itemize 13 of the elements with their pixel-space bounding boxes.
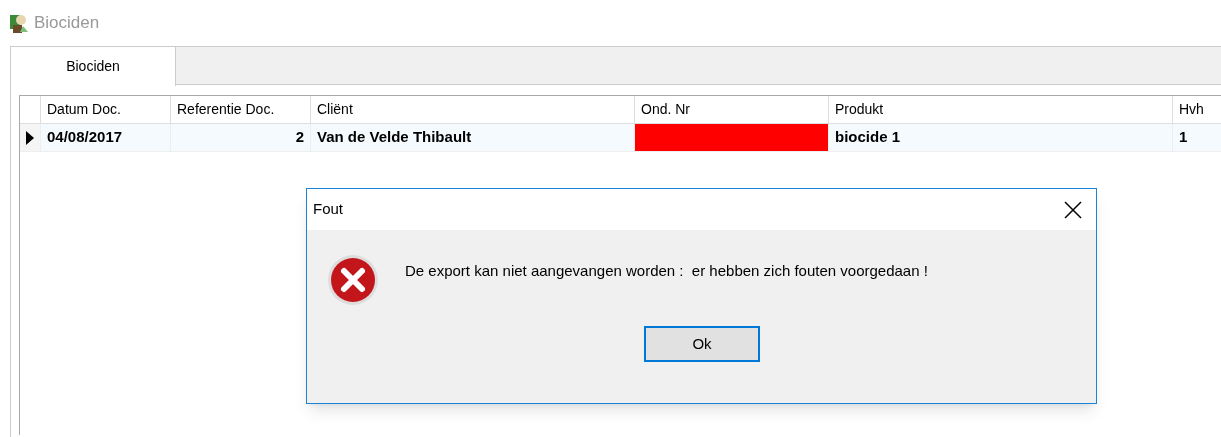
table-cell: 2 [170, 124, 310, 151]
error-icon [327, 254, 379, 306]
dialog-title: Fout [313, 199, 343, 220]
ok-button[interactable]: Ok [644, 326, 760, 362]
table-cell: 1 [1172, 124, 1221, 151]
error-message: De export kan niet aangevangen worden : er hebben zich fouten voorgedaan ! [405, 261, 928, 281]
close-icon[interactable] [1064, 200, 1082, 219]
table-cell: biocide 1 [828, 124, 1172, 151]
app-icon [8, 12, 30, 34]
table-cell: 04/08/2017 [40, 124, 170, 151]
window-title: Biociden [34, 12, 100, 35]
tab[interactable]: Biociden [11, 47, 176, 86]
table-cell: Van de Velde Thibault [310, 124, 634, 151]
